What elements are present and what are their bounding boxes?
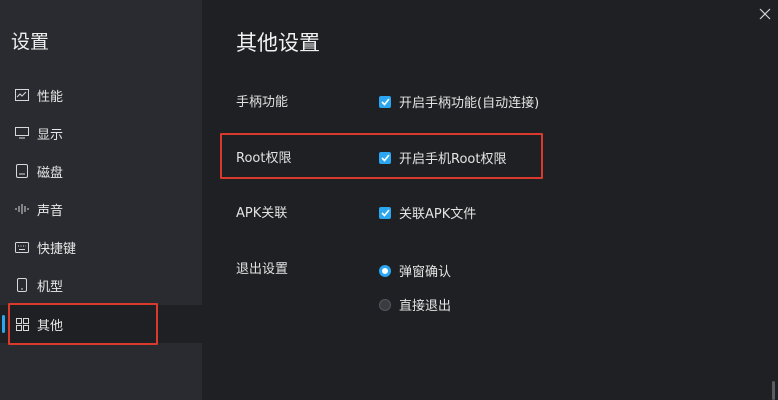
checkbox-checked-icon[interactable] <box>379 151 391 164</box>
sidebar-item-display[interactable]: 显示 <box>0 114 202 152</box>
sidebar-item-label: 机型 <box>37 279 64 295</box>
exit-label: 退出设置 <box>236 262 289 277</box>
disk-icon <box>15 164 29 178</box>
apk-checkbox-option[interactable]: 关联APK文件 <box>379 203 476 222</box>
keyboard-icon <box>15 240 29 254</box>
apk-option-label: 关联APK文件 <box>399 207 477 222</box>
exit-option-label: 直接退出 <box>399 299 452 314</box>
checkbox-checked-icon[interactable] <box>379 95 391 108</box>
sidebar-item-disk[interactable]: 磁盘 <box>0 152 202 190</box>
page-title: 其他设置 <box>236 31 320 55</box>
apk-label: APK关联 <box>236 206 288 221</box>
sidebar-item-label: 显示 <box>37 127 64 143</box>
sound-wave-icon <box>15 202 29 216</box>
root-option-label: 开启手机Root权限 <box>399 152 507 167</box>
root-label: Root权限 <box>236 151 292 166</box>
radio-selected-icon[interactable] <box>379 264 391 277</box>
sidebar-item-performance[interactable]: 性能 <box>0 76 202 114</box>
sidebar-item-model[interactable]: 机型 <box>0 266 202 304</box>
checkbox-checked-icon[interactable] <box>379 206 391 219</box>
phone-icon <box>15 278 29 292</box>
exit-radio-confirm[interactable]: 弹窗确认 <box>379 261 451 280</box>
active-indicator <box>2 315 5 333</box>
exit-radio-direct[interactable]: 直接退出 <box>379 295 451 314</box>
gamepad-label: 手柄功能 <box>236 95 289 110</box>
radio-unselected-icon[interactable] <box>379 298 391 311</box>
root-checkbox-option[interactable]: 开启手机Root权限 <box>379 148 506 167</box>
highlight-box-other <box>8 303 158 345</box>
scrollbar-thumb[interactable] <box>772 381 775 400</box>
sidebar-item-label: 性能 <box>37 89 64 105</box>
gamepad-checkbox-option[interactable]: 开启手柄功能(自动连接) <box>379 92 539 111</box>
performance-chart-icon <box>15 88 29 102</box>
monitor-icon <box>15 126 29 140</box>
gamepad-option-label: 开启手柄功能(自动连接) <box>399 96 540 111</box>
sidebar-item-label: 声音 <box>37 203 64 219</box>
sidebar-item-label: 磁盘 <box>37 165 64 181</box>
sidebar-item-shortcuts[interactable]: 快捷键 <box>0 228 202 266</box>
close-icon[interactable] <box>758 6 772 20</box>
sidebar-item-label: 快捷键 <box>37 241 77 257</box>
sidebar-item-sound[interactable]: 声音 <box>0 190 202 228</box>
exit-option-label: 弹窗确认 <box>399 265 452 280</box>
sidebar-title: 设置 <box>11 31 50 53</box>
